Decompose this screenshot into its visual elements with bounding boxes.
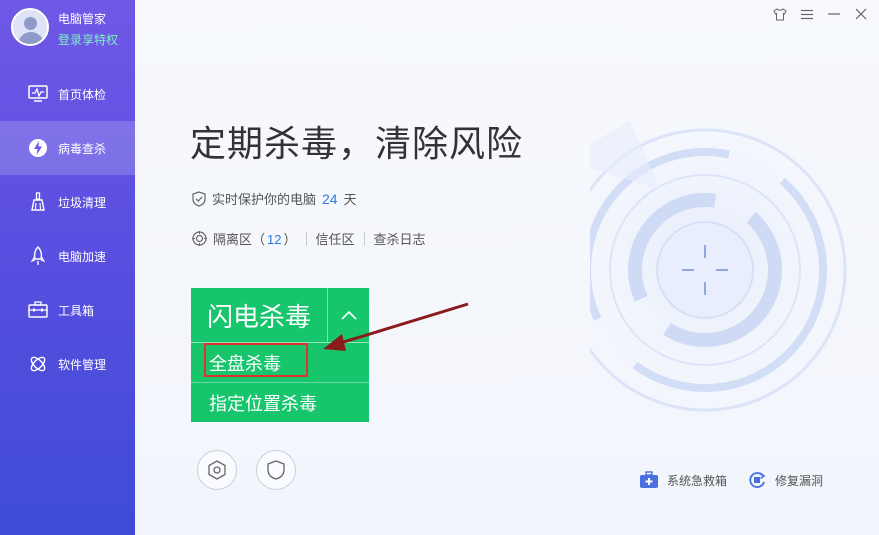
protection-unit: 天 [343,192,357,207]
trust-zone-link[interactable]: 信任区 [316,229,355,248]
first-aid-label: 系统急救箱 [667,473,728,488]
first-aid-tool[interactable]: 系统急救箱 [639,470,727,490]
sidebar-item-speed-up[interactable]: 电脑加速 [0,229,135,283]
sidebar: 电脑管家 登录享特权 首页体检 病毒查杀 垃圾清理 电脑加速 工具箱 软件管理 [0,0,135,535]
protection-status: 实时保护你的电脑 24 天 [192,189,357,208]
skin-icon[interactable] [772,6,788,22]
shield-icon [267,460,285,480]
repair-vulnerability-tool[interactable]: 修复漏洞 [747,470,823,490]
scan-log-link[interactable]: 查杀日志 [374,229,426,248]
protection-button[interactable] [256,450,296,490]
sidebar-item-toolbox[interactable]: 工具箱 [0,283,135,337]
sidebar-item-label: 软件管理 [58,357,107,372]
close-icon[interactable] [853,6,869,22]
settings-button[interactable] [197,450,237,490]
sidebar-item-label: 首页体检 [58,87,107,102]
sidebar-item-virus-scan[interactable]: 病毒查杀 [0,121,135,175]
quarantine-paren-close: ） [283,232,297,247]
security-links: 隔离区（ 12） 信任区 查杀日志 [192,229,426,248]
page-title: 定期杀毒，清除风险 [190,123,524,164]
sidebar-item-label: 垃圾清理 [58,195,107,210]
shield-check-icon [192,190,206,207]
quarantine-count: 12 [267,232,282,247]
sidebar-item-label: 工具箱 [58,303,95,318]
rocket-icon [28,246,48,266]
sidebar-item-home-checkup[interactable]: 首页体检 [0,67,135,121]
hexagon-settings-icon [207,460,227,480]
app-name: 电脑管家 [58,12,107,26]
sidebar-item-junk-cleanup[interactable]: 垃圾清理 [0,175,135,229]
first-aid-kit-icon [639,470,659,490]
divider [305,231,307,246]
sidebar-item-label: 电脑加速 [58,249,107,264]
annotation-arrow [323,302,469,351]
radar-decoration [590,120,855,420]
protection-text: 实时保护你的电脑 [212,192,317,207]
quarantine-icon [192,231,207,246]
divider [363,231,365,246]
lightning-shield-icon [28,138,48,158]
monitor-icon [28,84,48,104]
minimize-icon[interactable] [826,6,842,22]
quarantine-link[interactable]: 隔离区（ 12） [213,229,297,248]
main-panel: 定期杀毒，清除风险 实时保护你的电脑 24 天 隔离区（ 12） 信任区 查杀日志… [135,0,879,535]
apps-icon [28,354,48,374]
quarantine-paren-open: （ [252,232,266,247]
repair-vulnerability-icon [747,470,767,490]
quarantine-label: 隔离区 [213,232,253,247]
sidebar-item-software-manager[interactable]: 软件管理 [0,337,135,391]
sidebar-item-label: 病毒查杀 [58,141,107,156]
avatar[interactable] [11,8,49,46]
quick-scan-button[interactable]: 闪电杀毒 [191,288,327,342]
window-controls [772,6,869,22]
protection-days: 24 [322,190,338,207]
sidebar-nav: 首页体检 病毒查杀 垃圾清理 电脑加速 工具箱 软件管理 [0,67,135,391]
menu-icon[interactable] [799,6,815,22]
broom-icon [28,192,48,212]
custom-location-scan-option[interactable]: 指定位置杀毒 [191,382,369,422]
repair-vulnerability-label: 修复漏洞 [775,473,824,488]
login-link[interactable]: 登录享特权 [58,31,118,48]
toolbox-icon [28,300,48,320]
